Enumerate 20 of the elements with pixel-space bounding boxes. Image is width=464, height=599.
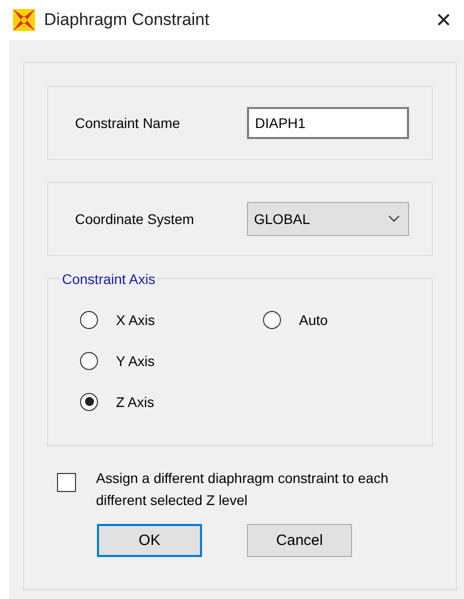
checkbox-label: Assign a different diaphragm constraint to each different selected Z level xyxy=(96,469,390,510)
app-icon xyxy=(12,8,36,32)
radio-button[interactable] xyxy=(263,310,281,328)
radio-button[interactable] xyxy=(80,310,98,328)
caret-icon xyxy=(388,215,400,223)
dropdown[interactable]: GLOBAL xyxy=(247,202,409,236)
radio-button[interactable] xyxy=(80,352,98,370)
input-field[interactable]: DIAPH1 xyxy=(247,107,409,139)
radio-option[interactable]: Auto xyxy=(263,309,432,330)
cancel-button[interactable]: Cancel xyxy=(247,524,352,557)
checkbox[interactable] xyxy=(57,473,76,492)
window-title: Diaphragm Constraint xyxy=(44,10,210,30)
radio-option[interactable]: Z Axis xyxy=(80,391,263,412)
close-button[interactable]: ✕ xyxy=(429,6,458,34)
radio-button[interactable] xyxy=(80,392,98,410)
field-label: Constraint Name xyxy=(75,115,182,131)
field-label: Coordinate System xyxy=(75,211,196,227)
radio-option[interactable]: Y Axis xyxy=(80,350,263,371)
ok-button[interactable]: OK xyxy=(97,524,202,557)
radio-option[interactable]: X Axis xyxy=(80,309,263,330)
